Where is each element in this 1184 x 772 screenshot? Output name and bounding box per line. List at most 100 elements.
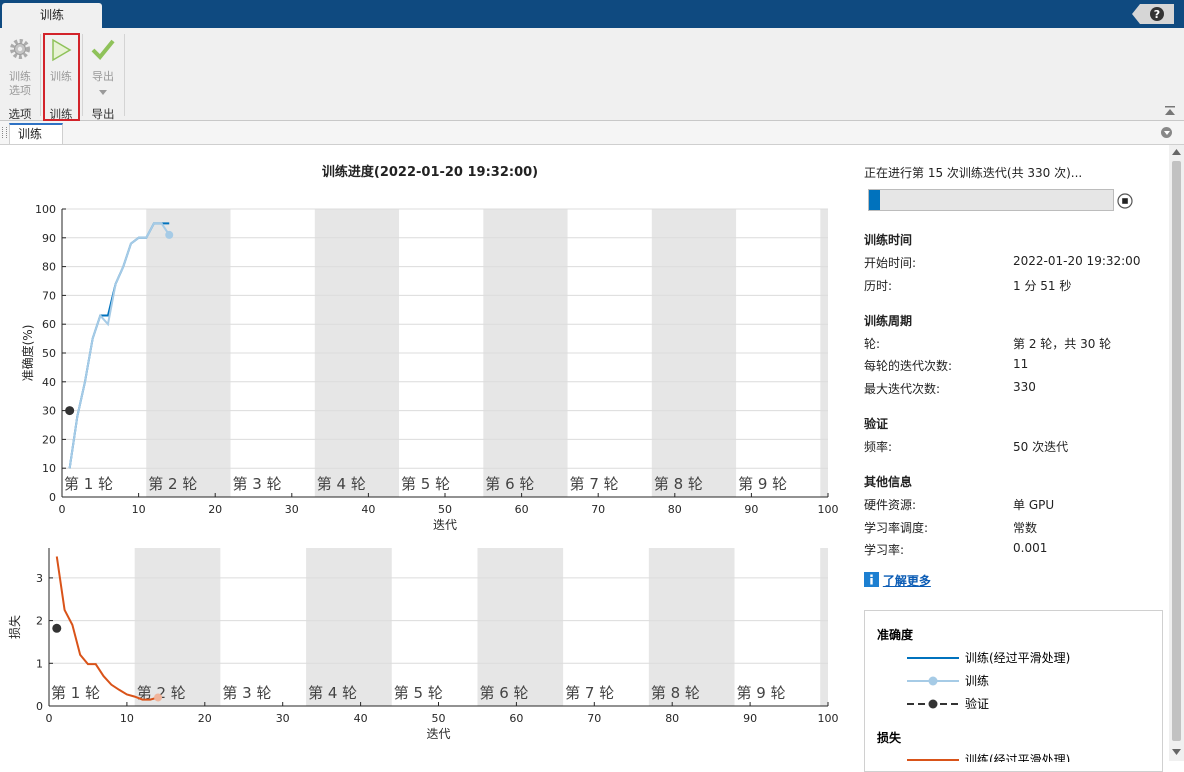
y-tick-label: 70 [42, 289, 56, 302]
training-options-button[interactable]: 训练选项 选项 [4, 28, 36, 121]
epoch-label: 第 9 轮 [738, 475, 787, 493]
y-tick-label: 0 [36, 700, 43, 713]
y-tick-label: 40 [42, 376, 56, 389]
status-text: 正在进行第 15 次训练迭代(共 330 次)... [864, 166, 1083, 180]
y-tick-label: 10 [42, 462, 56, 475]
elapsed-value: 1 分 51 秒 [1013, 279, 1072, 293]
legend-accuracy-header: 准确度 [877, 627, 914, 642]
y-tick-label: 2 [36, 615, 43, 628]
chart-title: 训练进度(2022-01-20 19:32:00) [321, 165, 539, 180]
drag-handle-icon[interactable] [2, 127, 7, 138]
x-tick-label: 80 [668, 503, 682, 516]
x-tick-label: 50 [438, 503, 452, 516]
hardware-value: 单 GPU [1013, 498, 1055, 512]
x-tick-label: 50 [432, 712, 446, 725]
y-tick-label: 30 [42, 405, 56, 418]
training-options-label: 训练选项 [9, 70, 31, 97]
epoch-label: 第 4 轮 [317, 475, 366, 493]
epoch-value: 第 2 轮，共 30 轮 [1013, 337, 1112, 351]
stop-icon [1122, 198, 1128, 204]
y-tick-label: 60 [42, 318, 56, 331]
max-iterations-value: 330 [1013, 380, 1036, 394]
scroll-up-icon[interactable] [1172, 149, 1181, 155]
legend-acc-smoothed-label: 训练(经过平滑处理) [965, 650, 1070, 665]
epoch-label: 第 7 轮 [565, 684, 614, 702]
lr-schedule-value: 常数 [1013, 521, 1038, 535]
scroll-down-icon[interactable] [1172, 749, 1181, 755]
legend-acc-val-label: 验证 [965, 696, 989, 711]
help-label: ? [1154, 8, 1160, 21]
x-tick-label: 100 [818, 712, 839, 725]
hardware-label: 硬件资源: [864, 498, 917, 512]
epoch-label: 轮: [864, 337, 881, 351]
help-button[interactable]: ? [1132, 4, 1174, 24]
section-validation: 验证 [864, 417, 889, 431]
epoch-label: 第 7 轮 [570, 475, 619, 493]
y-tick-label: 100 [35, 203, 56, 216]
learn-more-text[interactable]: 了解更多 [883, 574, 931, 588]
start-time-label: 开始时间: [864, 256, 917, 270]
chevron-down-icon [99, 90, 107, 95]
toolstrip-divider [124, 34, 125, 116]
export-button[interactable]: 导出 导出 [86, 28, 120, 121]
lr-schedule-label: 学习率调度: [864, 521, 929, 535]
current-train-point [165, 230, 174, 239]
y-tick-label: 3 [36, 572, 43, 585]
x-tick-label: 60 [515, 503, 529, 516]
epoch-band [820, 548, 828, 706]
iterations-per-epoch-value: 11 [1013, 357, 1029, 371]
epoch-label: 第 1 轮 [64, 475, 113, 493]
x-tick-label: 70 [587, 712, 601, 725]
learn-more-link[interactable]: 了解更多 [864, 572, 931, 589]
stop-button[interactable] [1117, 193, 1133, 209]
x-tick-label: 100 [818, 503, 839, 516]
loss-chart: 0 10 20 30 40 50 60 70 80 90 1000123第 1 轮第 2 轮第 3 … [7, 548, 839, 741]
epoch-label: 第 1 轮 [51, 684, 100, 702]
section-training-time: 训练时间 [864, 233, 913, 247]
epoch-label: 第 3 轮 [222, 684, 271, 702]
collapse-toolstrip-icon[interactable] [1164, 105, 1176, 117]
y-tick-label: 90 [42, 232, 56, 245]
x-tick-label: 10 [132, 503, 146, 516]
epoch-label: 第 5 轮 [401, 475, 450, 493]
max-iterations-label: 最大迭代次数: [864, 382, 941, 396]
x-tick-label: 10 [120, 712, 134, 725]
learning-rate-value: 0.001 [1013, 541, 1048, 555]
toolstrip-divider [40, 34, 41, 116]
x-axis-label: 迭代 [433, 518, 457, 532]
epoch-label: 第 9 轮 [737, 684, 786, 702]
y-tick-label: 80 [42, 261, 56, 274]
toolstrip-divider [82, 34, 83, 116]
x-tick-label: 0 [46, 712, 53, 725]
elapsed-label: 历时: [864, 279, 893, 293]
scrollbar-thumb[interactable] [1172, 161, 1181, 741]
legend: 准确度 训练(经过平滑处理) 训练 验证 损失 训练(经过平滑处理) [864, 610, 1163, 772]
tab-menu-chevron-icon[interactable] [1161, 127, 1172, 138]
learning-rate-label: 学习率: [864, 543, 905, 557]
x-tick-label: 30 [285, 503, 299, 516]
selection-highlight [43, 33, 80, 121]
legend-graphics: 准确度 训练(经过平滑处理) 训练 验证 损失 训练(经过平滑处理) [877, 627, 1070, 767]
current-train-point [154, 693, 163, 702]
epoch-band [477, 548, 564, 706]
export-group-label: 导出 [91, 107, 115, 121]
epoch-label: 第 6 轮 [485, 475, 534, 493]
epoch-band [134, 548, 221, 706]
toolstrip: 训练选项 选项 训练 训练 导出 导出 [0, 28, 1184, 121]
x-tick-label: 20 [198, 712, 212, 725]
x-tick-label: 90 [743, 712, 757, 725]
y-axis-label: 损失 [7, 615, 22, 639]
document-tab-train[interactable]: 训练 [9, 123, 63, 144]
epoch-label: 第 5 轮 [394, 684, 443, 702]
epoch-label: 第 4 轮 [308, 684, 357, 702]
frequency-label: 频率: [864, 440, 893, 454]
y-tick-label: 50 [42, 347, 56, 360]
x-tick-label: 80 [665, 712, 679, 725]
iterations-per-epoch-label: 每轮的迭代次数: [864, 359, 953, 373]
tab-train[interactable]: 训练 [2, 3, 102, 28]
progress-bar [868, 189, 1114, 211]
title-bar: 训练 ? [0, 0, 1184, 28]
y-tick-label: 20 [42, 433, 56, 446]
progress-fill [869, 190, 880, 210]
vertical-scrollbar[interactable] [1169, 145, 1184, 761]
